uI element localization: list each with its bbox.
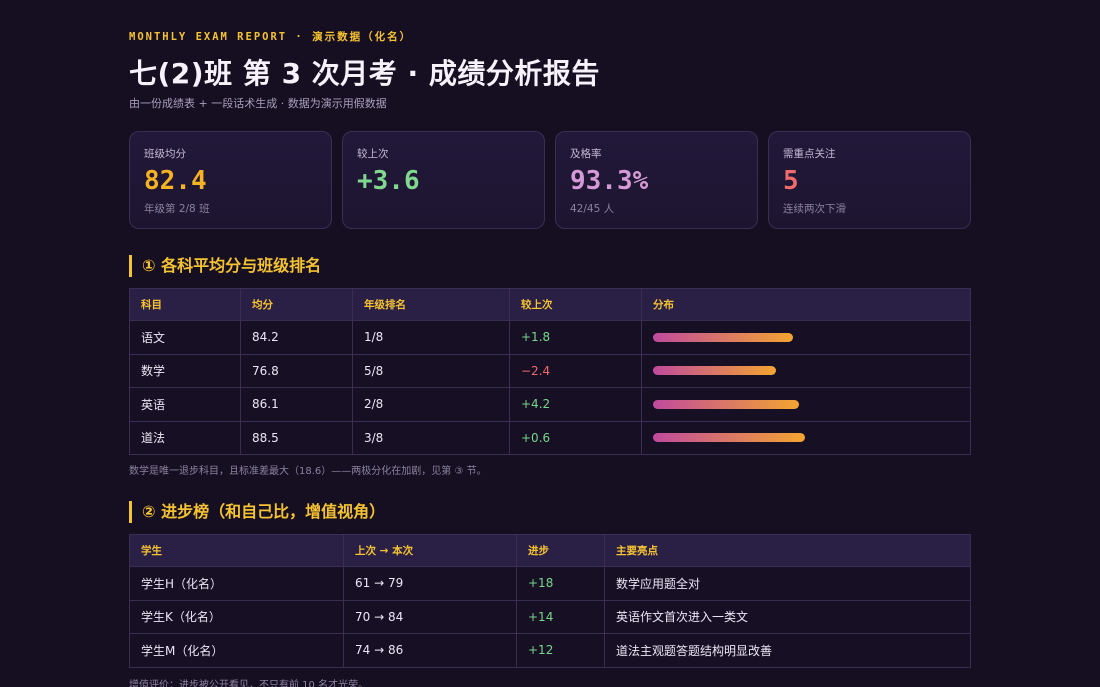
- kpi-value: +3.6: [357, 166, 420, 196]
- average-cell: 84.2: [240, 320, 353, 355]
- table-row: 学生M（化名） 74 → 86 +12 道法主观题答题结构明显改善: [129, 633, 971, 668]
- kpi-label: 较上次: [357, 148, 389, 160]
- subjects-note: 数学是唯一退步科目，且标准差最大（18.6）——两极分化在加剧，见第 ③ 节。: [129, 466, 487, 477]
- kpi-value: 82.4: [144, 166, 207, 196]
- kpi-card-class-average: 班级均分 82.4 年级第 2/8 班: [129, 131, 332, 229]
- gain-cell: +12: [516, 633, 605, 668]
- rank-cell: 2/8: [352, 387, 510, 422]
- table-header-row: 学生 上次 → 本次 进步 主要亮点: [129, 534, 971, 567]
- average-cell: 76.8: [240, 353, 353, 388]
- kpi-note: 年级第 2/8 班: [144, 203, 210, 215]
- table-row: 学生H（化名） 61 → 79 +18 数学应用题全对: [129, 566, 971, 601]
- rank-cell: 3/8: [352, 420, 510, 455]
- student-cell: 学生K（化名）: [129, 599, 344, 634]
- scores-cell: 70 → 84: [343, 599, 517, 634]
- progress-table: 学生 上次 → 本次 进步 主要亮点 学生H（化名） 61 → 79 +18 数…: [129, 534, 971, 668]
- column-header: 上次 → 本次: [343, 534, 517, 567]
- subjects-table: 科目 均分 年级排名 较上次 分布 语文 84.2 1/8 +1.8 数学 76…: [129, 288, 971, 455]
- progress-note: 增值评价：进步被公开看见，不只有前 10 名才光荣。: [129, 680, 369, 687]
- page-title: 七(2)班 第 3 次月考 · 成绩分析报告: [129, 57, 600, 90]
- kpi-value: 93.3%: [570, 166, 649, 196]
- section-title-progress: ② 进步榜（和自己比，增值视角）: [129, 501, 385, 523]
- table-header-row: 科目 均分 年级排名 较上次 分布: [129, 288, 971, 321]
- scores-cell: 74 → 86: [343, 633, 517, 668]
- subject-cell: 道法: [129, 420, 241, 455]
- table-row: 学生K（化名） 70 → 84 +14 英语作文首次进入一类文: [129, 599, 971, 634]
- column-header: 进步: [516, 534, 605, 567]
- kpi-note: 连续两次下滑: [783, 203, 846, 215]
- distribution-cell: [641, 320, 971, 355]
- column-header: 均分: [240, 288, 353, 321]
- distribution-bar: [653, 399, 799, 409]
- average-cell: 86.1: [240, 387, 353, 422]
- delta-cell: +4.2: [509, 387, 642, 422]
- delta-cell: +1.8: [509, 320, 642, 355]
- student-cell: 学生M（化名）: [129, 633, 344, 668]
- kpi-cards: 班级均分 82.4 年级第 2/8 班 较上次 +3.6 及格率 93.3% 4…: [129, 131, 971, 229]
- rank-cell: 1/8: [352, 320, 510, 355]
- table-row: 语文 84.2 1/8 +1.8: [129, 320, 971, 355]
- report-eyebrow: MONTHLY EXAM REPORT · 演示数据（化名）: [129, 31, 413, 43]
- table-row: 英语 86.1 2/8 +4.2: [129, 387, 971, 422]
- distribution-bar: [653, 433, 805, 443]
- gain-cell: +18: [516, 566, 605, 601]
- gain-cell: +14: [516, 599, 605, 634]
- distribution-cell: [641, 353, 971, 388]
- rank-cell: 5/8: [352, 353, 510, 388]
- kpi-value: 5: [783, 166, 799, 196]
- table-row: 道法 88.5 3/8 +0.6: [129, 420, 971, 455]
- subject-cell: 英语: [129, 387, 241, 422]
- table-row: 数学 76.8 5/8 −2.4: [129, 353, 971, 388]
- kpi-label: 班级均分: [144, 148, 186, 160]
- column-header: 较上次: [509, 288, 642, 321]
- distribution-cell: [641, 387, 971, 422]
- delta-cell: +0.6: [509, 420, 642, 455]
- average-cell: 88.5: [240, 420, 353, 455]
- column-header: 主要亮点: [604, 534, 971, 567]
- delta-cell: −2.4: [509, 353, 642, 388]
- subject-cell: 数学: [129, 353, 241, 388]
- column-header: 年级排名: [352, 288, 510, 321]
- subject-cell: 语文: [129, 320, 241, 355]
- kpi-card-focus: 需重点关注 5 连续两次下滑: [768, 131, 971, 229]
- highlight-cell: 道法主观题答题结构明显改善: [604, 633, 971, 668]
- kpi-note: 42/45 人: [570, 203, 615, 215]
- page-subtitle: 由一份成绩表 + 一段话术生成 · 数据为演示用假数据: [129, 97, 387, 110]
- distribution-cell: [641, 420, 971, 455]
- kpi-card-pass-rate: 及格率 93.3% 42/45 人: [555, 131, 758, 229]
- highlight-cell: 英语作文首次进入一类文: [604, 599, 971, 634]
- kpi-label: 需重点关注: [783, 148, 836, 160]
- distribution-bar: [653, 332, 793, 342]
- column-header: 学生: [129, 534, 344, 567]
- highlight-cell: 数学应用题全对: [604, 566, 971, 601]
- section-title-subjects: ① 各科平均分与班级排名: [129, 255, 321, 277]
- scores-cell: 61 → 79: [343, 566, 517, 601]
- kpi-label: 及格率: [570, 148, 602, 160]
- column-header: 科目: [129, 288, 241, 321]
- column-header: 分布: [641, 288, 971, 321]
- kpi-card-change: 较上次 +3.6: [342, 131, 545, 229]
- distribution-bar: [653, 366, 776, 376]
- student-cell: 学生H（化名）: [129, 566, 344, 601]
